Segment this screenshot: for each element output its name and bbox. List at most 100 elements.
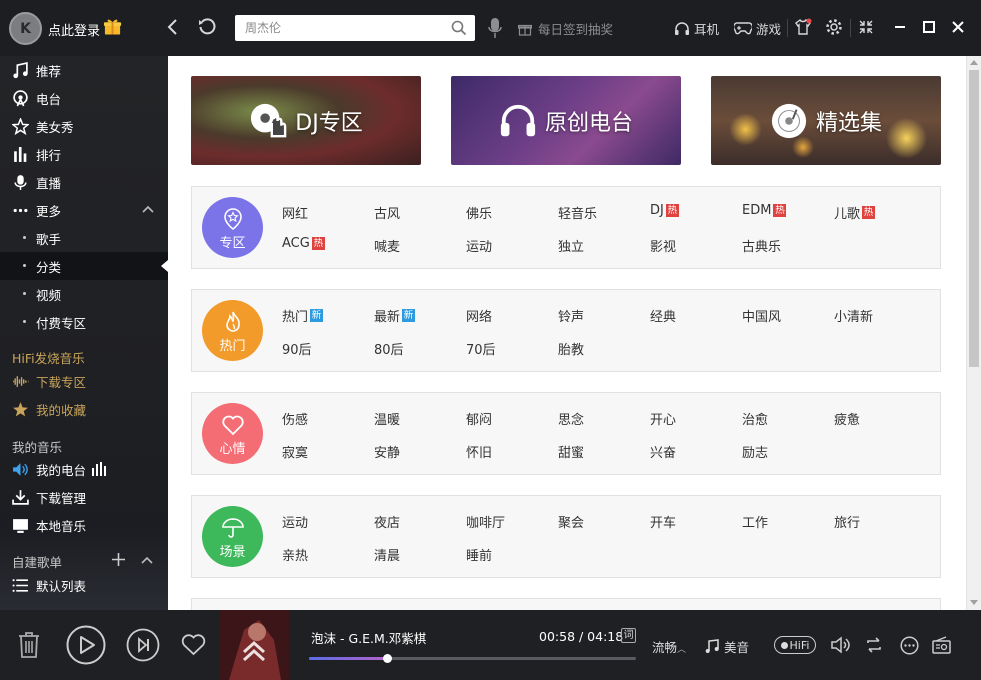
daily-checkin-button[interactable]: 每日签到抽奖 bbox=[518, 19, 613, 38]
category-badge[interactable]: 场景 bbox=[202, 506, 263, 567]
search-input[interactable] bbox=[245, 19, 445, 37]
maximize-button[interactable] bbox=[919, 17, 939, 37]
category-badge[interactable]: 专区 bbox=[202, 197, 263, 258]
chevron-up-icon[interactable] bbox=[142, 205, 154, 213]
category-tag[interactable]: 喊麦 bbox=[374, 236, 400, 255]
category-tag[interactable]: 网络 bbox=[466, 306, 492, 325]
add-playlist-icon[interactable] bbox=[112, 553, 125, 566]
category-tag[interactable]: 开心 bbox=[650, 409, 676, 428]
category-tag[interactable]: 安静 bbox=[374, 442, 400, 461]
settings-button[interactable] bbox=[824, 17, 844, 37]
category-tag[interactable]: 温暖 bbox=[374, 409, 400, 428]
sound-effect-button[interactable]: 美音 bbox=[705, 637, 749, 656]
category-tag[interactable]: 思念 bbox=[558, 409, 584, 428]
category-tag[interactable]: 疲惫 bbox=[834, 409, 860, 428]
minimize-button[interactable] bbox=[890, 17, 910, 37]
more-button[interactable] bbox=[899, 635, 919, 655]
progress-bar[interactable] bbox=[309, 654, 636, 663]
category-tag[interactable]: 古风 bbox=[374, 203, 400, 222]
hifi-toggle[interactable]: HiFi bbox=[774, 636, 816, 654]
category-tag[interactable]: 最新新 bbox=[374, 306, 416, 325]
gift-icon[interactable] bbox=[103, 16, 122, 36]
category-tag[interactable]: 甜蜜 bbox=[558, 442, 584, 461]
sidebar-item-favorites[interactable]: 我的收藏 bbox=[0, 395, 168, 423]
quality-selector[interactable]: 流畅︿ bbox=[652, 637, 686, 656]
chevron-up-icon[interactable] bbox=[141, 556, 153, 564]
like-button[interactable] bbox=[180, 633, 206, 657]
category-tag[interactable]: 小清新 bbox=[834, 306, 873, 325]
sidebar-subitem-video[interactable]: 视频 bbox=[0, 280, 168, 308]
category-tag[interactable]: 运动 bbox=[282, 512, 308, 531]
close-button[interactable] bbox=[948, 17, 968, 37]
delete-button[interactable] bbox=[17, 630, 41, 660]
headphone-button[interactable]: 耳机 bbox=[674, 19, 719, 38]
category-tag[interactable]: 运动 bbox=[466, 236, 492, 255]
sidebar-item-default-list[interactable]: 默认列表 bbox=[0, 571, 168, 599]
category-tag[interactable]: 佛乐 bbox=[466, 203, 492, 222]
category-tag[interactable]: DJ 热 bbox=[650, 203, 679, 218]
login-link[interactable]: 点此登录 bbox=[48, 20, 100, 39]
skin-button[interactable] bbox=[793, 17, 813, 37]
avatar[interactable]: K bbox=[9, 12, 42, 45]
category-tag[interactable]: 网红 bbox=[282, 203, 308, 222]
category-tag[interactable]: 亲热 bbox=[282, 545, 308, 564]
category-tag[interactable]: 寂寞 bbox=[282, 442, 308, 461]
refresh-button[interactable] bbox=[196, 16, 218, 38]
category-tag[interactable]: 聚会 bbox=[558, 512, 584, 531]
play-button[interactable] bbox=[66, 625, 106, 665]
category-tag[interactable]: 兴奋 bbox=[650, 442, 676, 461]
category-tag[interactable]: 怀旧 bbox=[466, 442, 492, 461]
category-tag[interactable]: 影视 bbox=[650, 236, 676, 255]
volume-button[interactable] bbox=[831, 635, 851, 655]
category-tag[interactable]: 咖啡厅 bbox=[466, 512, 505, 531]
category-badge[interactable]: 热门 bbox=[202, 300, 263, 361]
category-tag[interactable]: 清晨 bbox=[374, 545, 400, 564]
category-tag[interactable]: 励志 bbox=[742, 442, 768, 461]
category-tag[interactable]: 工作 bbox=[742, 512, 768, 531]
sidebar-item-local-music[interactable]: 本地音乐 bbox=[0, 511, 168, 539]
sidebar-subitem-singer[interactable]: 歌手 bbox=[0, 224, 168, 252]
sidebar-item-live[interactable]: 直播 bbox=[0, 168, 168, 196]
category-tag[interactable]: 旅行 bbox=[834, 512, 860, 531]
album-cover[interactable] bbox=[219, 610, 289, 680]
category-tag[interactable]: 开车 bbox=[650, 512, 676, 531]
scrollbar[interactable] bbox=[966, 56, 981, 610]
category-tag[interactable]: 胎教 bbox=[558, 339, 584, 358]
category-tag[interactable]: 睡前 bbox=[466, 545, 492, 564]
category-tag[interactable]: 儿歌热 bbox=[834, 203, 876, 222]
category-tag[interactable]: 古典乐 bbox=[742, 236, 781, 255]
banner-dj-zone[interactable]: DJ专区 bbox=[191, 76, 421, 165]
scroll-up-arrow[interactable] bbox=[970, 60, 978, 65]
sidebar-subitem-paid[interactable]: 付费专区 bbox=[0, 308, 168, 336]
search-icon[interactable] bbox=[451, 20, 467, 36]
category-tag[interactable]: 70后 bbox=[466, 339, 496, 358]
lyrics-button[interactable]: 词 bbox=[621, 628, 636, 643]
category-tag[interactable]: 80后 bbox=[374, 339, 404, 358]
banner-original-radio[interactable]: 原创电台 bbox=[451, 76, 681, 165]
sidebar-item-more[interactable]: 更多 bbox=[0, 196, 168, 224]
sidebar-item-show[interactable]: 美女秀 bbox=[0, 112, 168, 140]
progress-knob[interactable] bbox=[383, 654, 393, 663]
category-tag[interactable]: 轻音乐 bbox=[558, 203, 597, 222]
category-tag[interactable]: 伤感 bbox=[282, 409, 308, 428]
next-button[interactable] bbox=[126, 628, 160, 662]
back-button[interactable] bbox=[162, 16, 184, 38]
category-tag[interactable]: 中国风 bbox=[742, 306, 781, 325]
category-tag[interactable]: 治愈 bbox=[742, 409, 768, 428]
category-tag[interactable]: 独立 bbox=[558, 236, 584, 255]
mini-mode-button[interactable] bbox=[856, 17, 876, 37]
loop-mode-button[interactable] bbox=[864, 635, 884, 655]
sidebar-item-ranking[interactable]: 排行 bbox=[0, 140, 168, 168]
sidebar-subitem-category[interactable]: 分类 bbox=[0, 252, 168, 280]
category-tag[interactable]: 夜店 bbox=[374, 512, 400, 531]
playlist-button[interactable] bbox=[931, 635, 951, 655]
category-tag[interactable]: 郁闷 bbox=[466, 409, 492, 428]
sidebar-item-recommend[interactable]: 推荐 bbox=[0, 56, 168, 84]
category-tag[interactable]: ACG 热 bbox=[282, 236, 325, 251]
scrollbar-thumb[interactable] bbox=[969, 70, 979, 367]
category-badge[interactable]: 心情 bbox=[202, 403, 263, 464]
song-title[interactable]: 泡沫 - G.E.M.邓紫棋 bbox=[311, 628, 426, 647]
sidebar-item-radio[interactable]: 电台 bbox=[0, 84, 168, 112]
category-tag[interactable]: 经典 bbox=[650, 306, 676, 325]
category-tag[interactable]: 铃声 bbox=[558, 306, 584, 325]
